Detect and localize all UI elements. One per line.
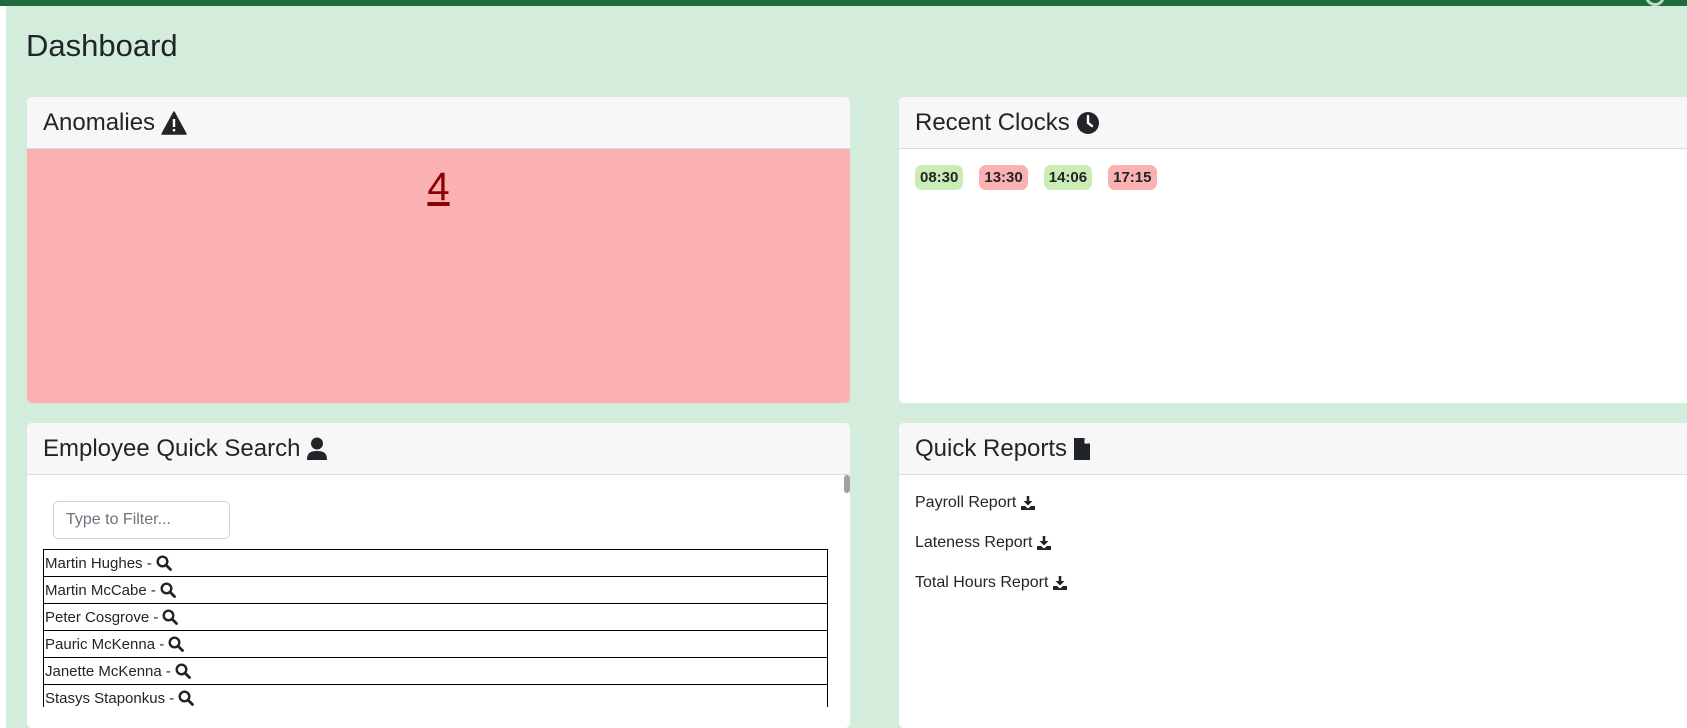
clock-badge: 14:06 (1043, 165, 1093, 190)
download-icon[interactable] (1020, 495, 1036, 511)
quick-reports-list: Payroll Report Lateness Report Total Hou… (899, 475, 1687, 627)
employee-filter-input[interactable] (53, 501, 230, 539)
employee-row[interactable]: Martin McCabe - (43, 576, 828, 604)
employee-quick-search-card: Employee Quick Search Martin Hughes - Ma… (27, 423, 850, 728)
employee-search-title: Employee Quick Search (43, 434, 301, 462)
report-label: Lateness Report (915, 534, 1033, 551)
employee-name: Martin Hughes - (45, 554, 152, 572)
recent-clocks-card-header: Recent Clocks (899, 97, 1687, 149)
quick-reports-card: Quick Reports Payroll Report Lateness Re… (899, 423, 1687, 728)
user-icon (307, 437, 328, 460)
search-icon[interactable] (168, 636, 185, 652)
employee-row[interactable]: Stasys Staponkus - (43, 684, 828, 707)
quick-reports-card-header: Quick Reports (899, 423, 1687, 475)
employee-row[interactable]: Martin Hughes - (43, 549, 828, 577)
employee-name: Martin McCabe - (45, 581, 156, 599)
page-title: Dashboard (26, 28, 178, 63)
anomalies-title: Anomalies (43, 108, 156, 136)
recent-clocks-title: Recent Clocks (915, 108, 1070, 136)
employee-row[interactable]: Peter Cosgrove - (43, 603, 828, 631)
recent-clocks-card: Recent Clocks 08:30 13:30 14:06 17:15 (899, 97, 1687, 403)
anomalies-count-link[interactable]: 4 (427, 165, 449, 209)
employee-row[interactable]: Janette McKenna - (43, 657, 828, 685)
anomalies-card: Anomalies 4 (27, 97, 850, 403)
report-label: Total Hours Report (915, 574, 1049, 591)
search-icon[interactable] (156, 555, 172, 571)
employee-name: Stasys Staponkus - (45, 689, 175, 707)
employee-search-card-header: Employee Quick Search (27, 423, 850, 475)
clock-badge: 08:30 (915, 165, 964, 190)
clock-icon (1076, 111, 1099, 134)
clock-badge: 13:30 (979, 165, 1028, 190)
clock-badge: 17:15 (1108, 165, 1157, 190)
employee-search-body: Martin Hughes - Martin McCabe - Peter Co… (27, 475, 850, 728)
anomalies-card-header: Anomalies (27, 97, 850, 149)
total-hours-report-link[interactable]: Total Hours Report (915, 571, 1677, 595)
search-icon[interactable] (178, 690, 195, 706)
scrollbar-thumb[interactable] (844, 475, 850, 493)
lateness-report-link[interactable]: Lateness Report (915, 531, 1677, 555)
quick-reports-title: Quick Reports (915, 434, 1068, 462)
file-icon (1074, 437, 1091, 460)
search-icon[interactable] (160, 582, 176, 598)
employee-name: Janette McKenna - (45, 662, 171, 680)
download-icon[interactable] (1036, 535, 1052, 551)
employee-row[interactable]: Pauric McKenna - (43, 630, 828, 658)
dashboard-page: Dashboard Anomalies 4 Recent Clocks 08:3… (6, 6, 1687, 728)
anomalies-body: 4 (27, 149, 850, 403)
recent-clocks-list: 08:30 13:30 14:06 17:15 (899, 149, 1687, 206)
search-icon[interactable] (175, 663, 191, 679)
employee-list: Martin Hughes - Martin McCabe - Peter Co… (43, 549, 828, 707)
payroll-report-link[interactable]: Payroll Report (915, 491, 1677, 515)
warning-triangle-icon (161, 110, 187, 135)
report-label: Payroll Report (915, 494, 1017, 511)
employee-name: Pauric McKenna - (45, 635, 165, 653)
employee-name: Peter Cosgrove - (45, 608, 159, 626)
download-icon[interactable] (1052, 575, 1068, 591)
search-icon[interactable] (162, 609, 179, 625)
